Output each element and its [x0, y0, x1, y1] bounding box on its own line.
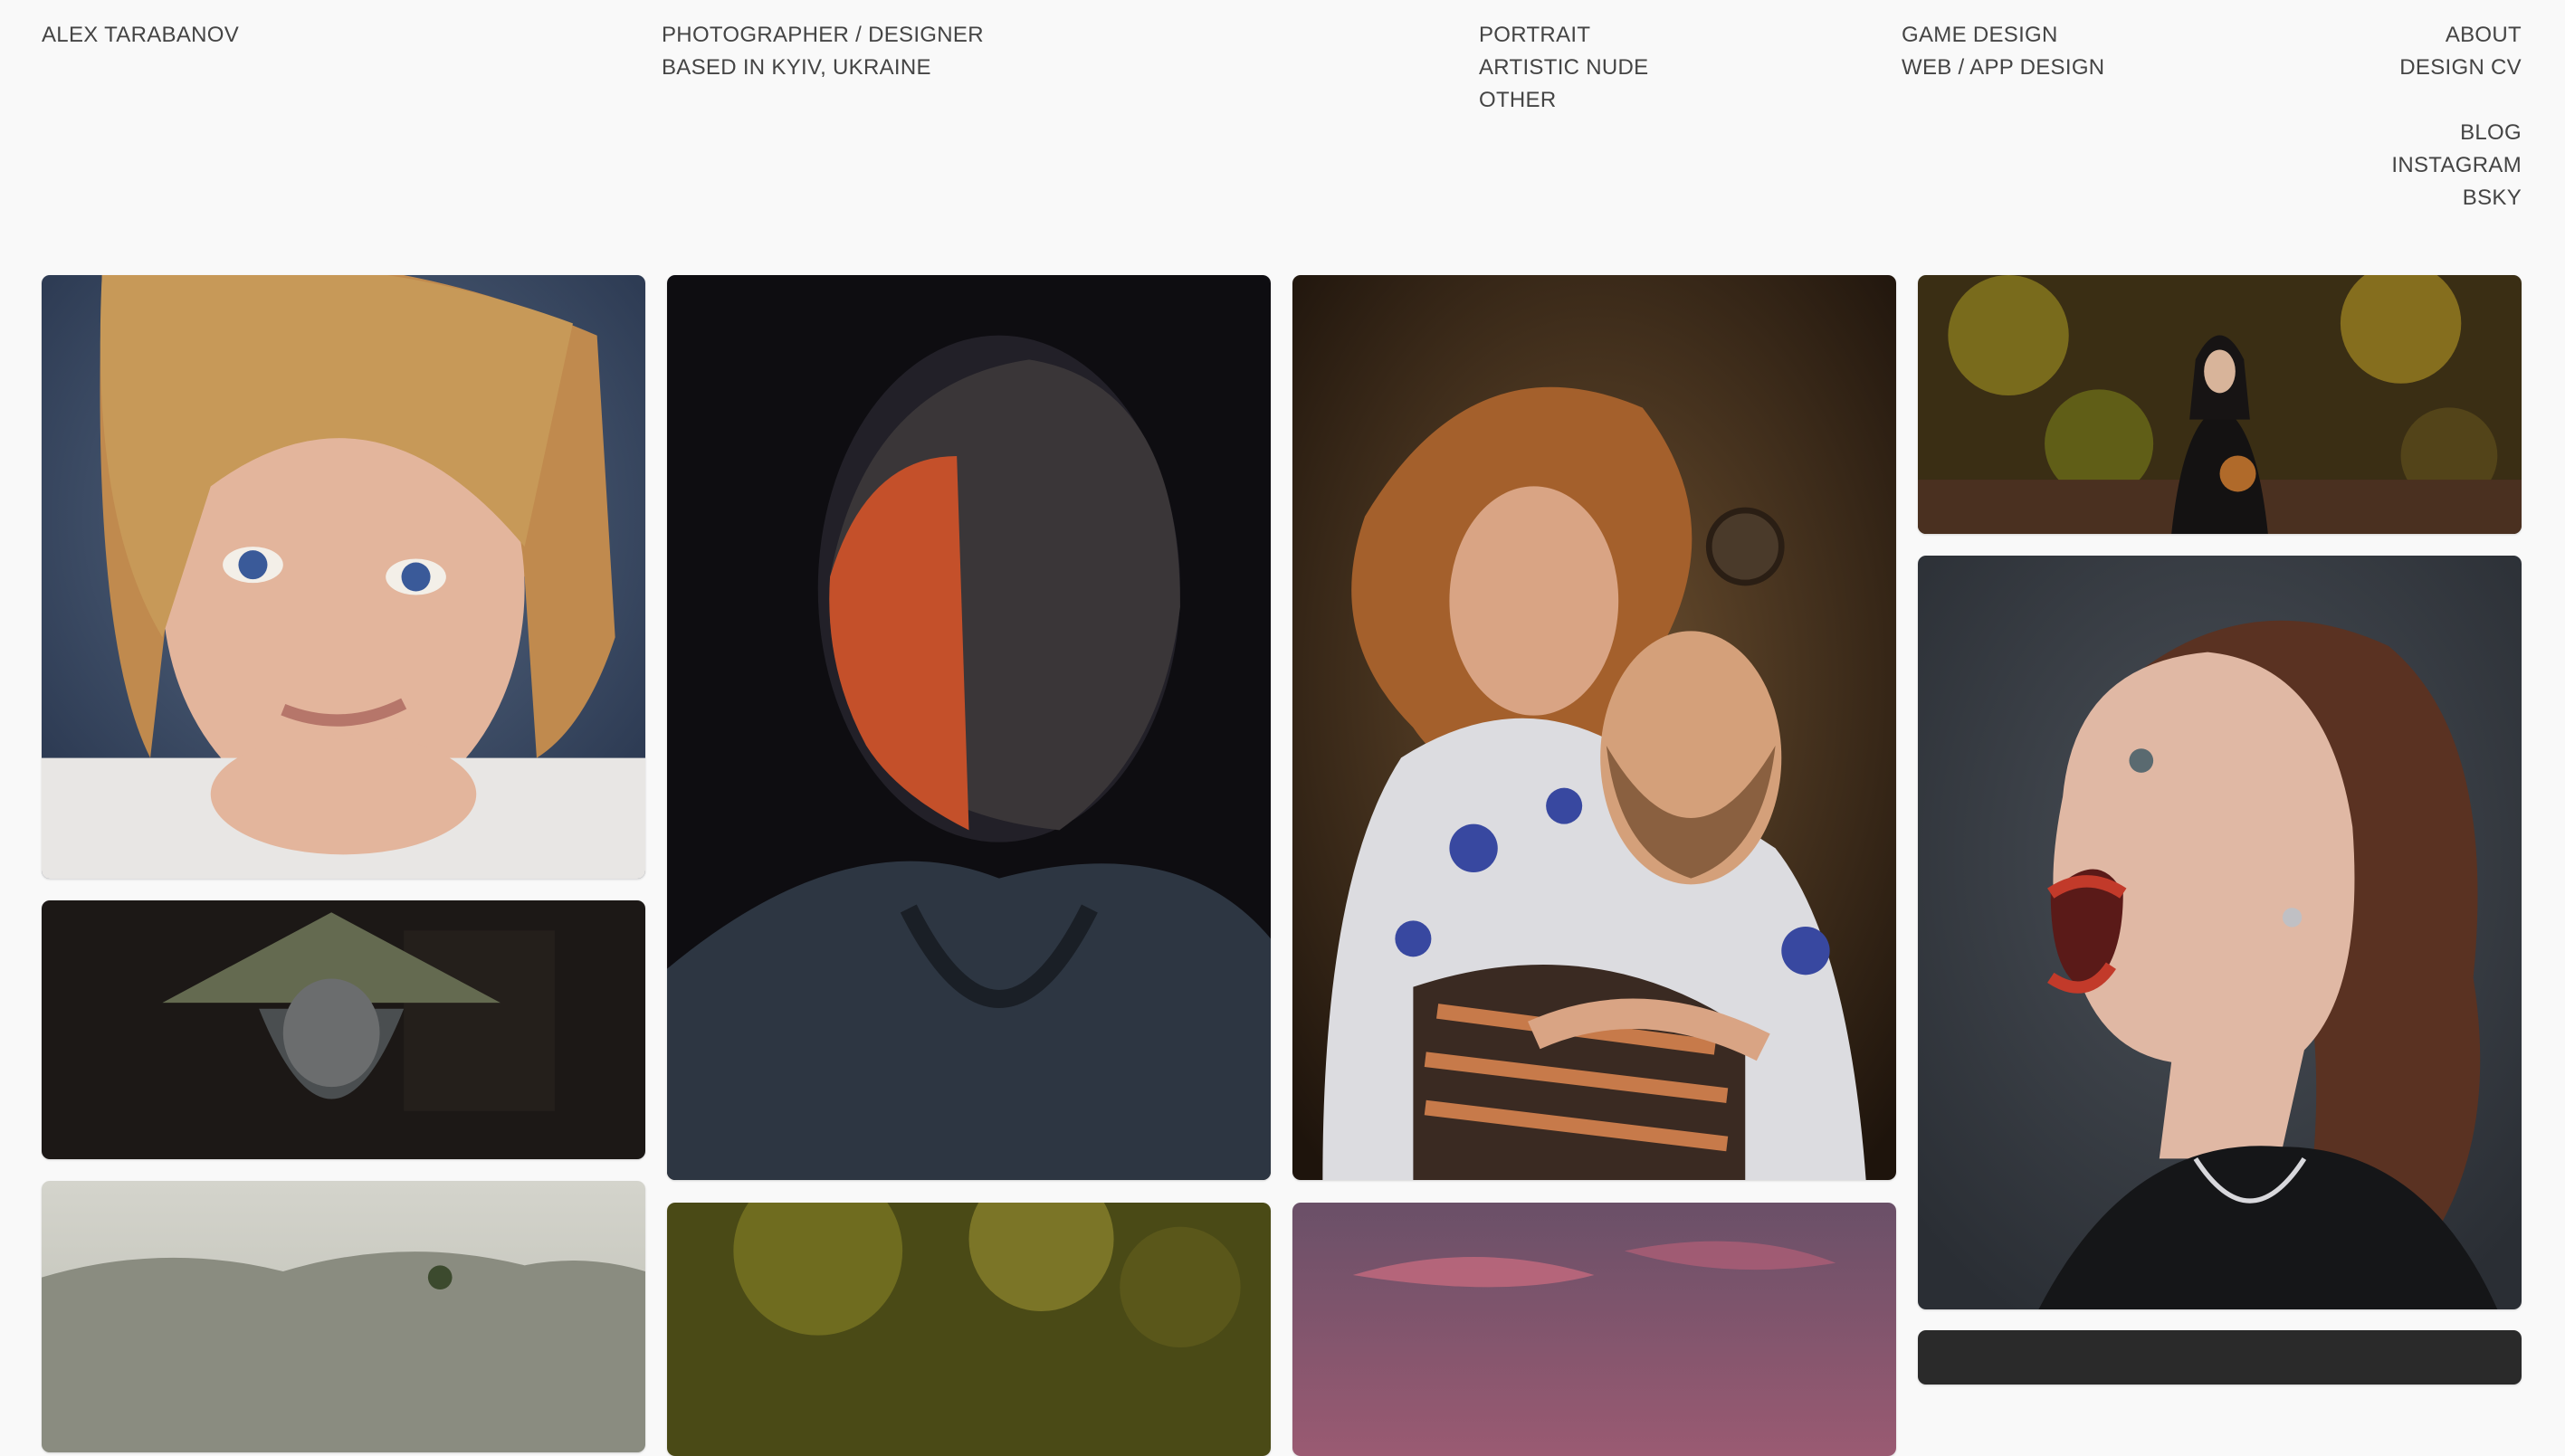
site-header: ALEX TARABANOV [42, 19, 239, 52]
nav-link-web-app-design[interactable]: WEB / APP DESIGN [1902, 52, 2104, 84]
nav-link-design-cv[interactable]: DESIGN CV [2399, 52, 2522, 84]
photo-dark-partial[interactable] [1918, 1330, 2522, 1385]
portrait-image [1918, 275, 2522, 534]
sky-image [1292, 1203, 1896, 1456]
nav-link-instagram[interactable]: INSTAGRAM [2391, 149, 2522, 182]
portrait-image [1918, 556, 2522, 1309]
nav-info: ABOUT DESIGN CV [2399, 19, 2522, 84]
photo-couple-embrace[interactable] [1292, 275, 1896, 1180]
nav-design-categories: GAME DESIGN WEB / APP DESIGN [1902, 19, 2104, 84]
portrait-image [1918, 1330, 2522, 1385]
photo-misty-mountain[interactable] [42, 1181, 645, 1452]
nav-link-other[interactable]: OTHER [1479, 84, 1648, 117]
photo-green-bokeh[interactable] [667, 1203, 1271, 1456]
nav-link-artistic-nude[interactable]: ARTISTIC NUDE [1479, 52, 1648, 84]
photo-woman-blue-eyes[interactable] [42, 275, 645, 879]
nav-link-portrait[interactable]: PORTRAIT [1479, 19, 1648, 52]
tagline-role: PHOTOGRAPHER / DESIGNER [662, 23, 984, 47]
nav-link-game-design[interactable]: GAME DESIGN [1902, 19, 2104, 52]
portrait-image [667, 275, 1271, 1180]
nav-link-blog[interactable]: BLOG [2391, 117, 2522, 149]
landscape-image [42, 1181, 645, 1452]
photo-woman-screaming-profile[interactable] [1918, 556, 2522, 1309]
bokeh-image [667, 1203, 1271, 1456]
nav-link-bsky[interactable]: BSKY [2391, 182, 2522, 214]
photo-woman-autumn-forest[interactable] [1918, 275, 2522, 534]
photo-pink-sky[interactable] [1292, 1203, 1896, 1456]
photo-man-red-light[interactable] [667, 275, 1271, 1180]
nav-link-about[interactable]: ABOUT [2399, 19, 2522, 52]
portrait-image [42, 900, 645, 1159]
tagline-location: BASED IN KYIV, UKRAINE [662, 55, 931, 80]
nav-social: BLOG INSTAGRAM BSKY [2391, 117, 2522, 214]
nav-photo-categories: PORTRAIT ARTISTIC NUDE OTHER [1479, 19, 1648, 117]
photo-woman-straw-hat[interactable] [42, 900, 645, 1159]
site-tagline: PHOTOGRAPHER / DESIGNER BASED IN KYIV, U… [662, 19, 984, 84]
portrait-image [1292, 275, 1896, 1180]
site-name-link[interactable]: ALEX TARABANOV [42, 19, 239, 52]
portrait-image [42, 275, 645, 879]
